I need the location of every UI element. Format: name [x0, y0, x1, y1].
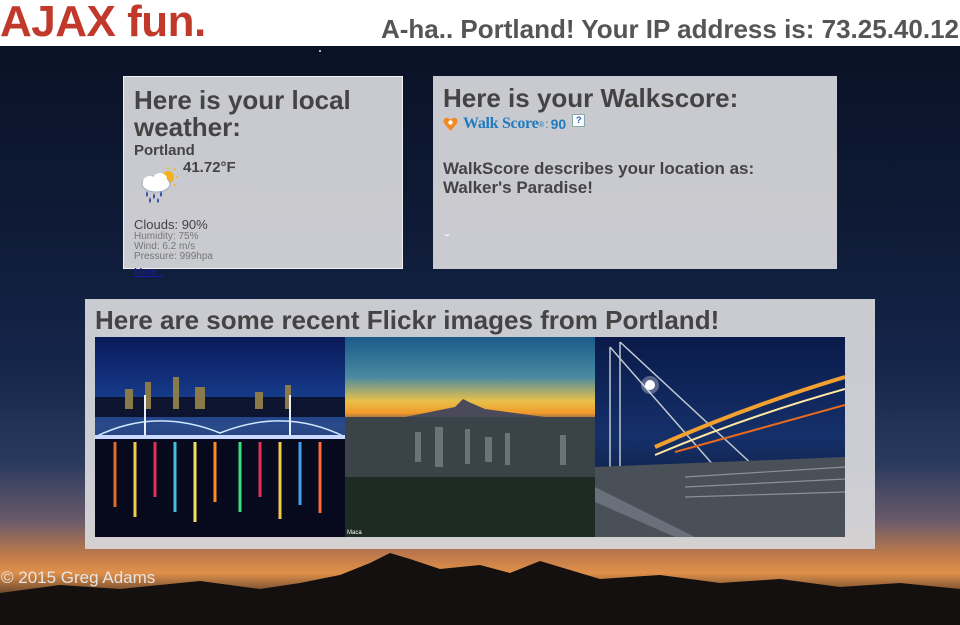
- weather-heading: Here is your local weather:: [134, 85, 351, 142]
- walkscore-panel: Here is your Walkscore: Walk Score ® : 9…: [433, 76, 837, 269]
- site-logo: AJAX fun.: [0, 0, 206, 46]
- walkscore-heart-icon: [443, 117, 458, 131]
- walkscore-score: 90: [550, 116, 567, 132]
- photo-watermark: Maca: [347, 530, 362, 536]
- mount-hood-sunset-city-photo[interactable]: Maca: [345, 337, 595, 537]
- flickr-heading: Here are some recent Flickr images from …: [95, 305, 720, 335]
- flickr-photo-strip: Maca: [95, 337, 865, 537]
- walkscore-reg-mark: ®: [538, 119, 545, 129]
- star: [319, 50, 321, 52]
- header-bar: AJAX fun. A-ha.. Portland! Your IP addre…: [0, 0, 960, 46]
- walkscore-description: WalkScore describes your location as: Wa…: [443, 159, 755, 197]
- weather-city: Portland: [134, 142, 195, 159]
- walkscore-brand: Walk Score: [463, 115, 539, 132]
- weather-pressure: Pressure: 999hpa: [134, 251, 213, 262]
- walkscore-heading: Here is your Walkscore:: [443, 83, 739, 113]
- ip-location-message: A-ha.. Portland! Your IP address is: 73.…: [380, 14, 959, 44]
- weather-temperature: 41.72°F: [183, 159, 236, 176]
- light-trails-bridge-photo[interactable]: [595, 337, 845, 537]
- loading-spinner: [444, 229, 450, 236]
- night-bridge-reflection-photo[interactable]: [95, 337, 345, 537]
- footer-copyright: © 2015 Greg Adams: [1, 568, 156, 587]
- flickr-panel: Here are some recent Flickr images from …: [85, 299, 875, 549]
- weather-panel: Here is your local weather: Portland 41.…: [123, 76, 403, 278]
- weather-more-link[interactable]: More..: [134, 267, 162, 278]
- weather-clouds: Clouds: 90%: [134, 217, 208, 232]
- walkscore-badge[interactable]: Walk Score ® : 90 ?: [443, 113, 827, 133]
- rain-cloud-sun-icon: [141, 167, 178, 203]
- walkscore-help-button[interactable]: ?: [572, 113, 586, 127]
- walkscore-separator: :: [545, 117, 549, 131]
